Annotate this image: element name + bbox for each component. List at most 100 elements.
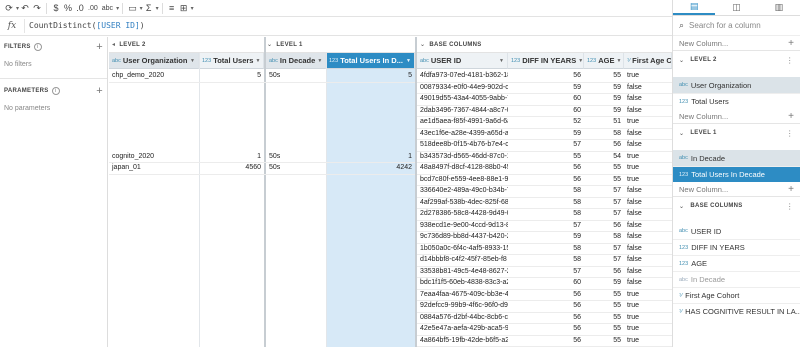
new-column-button[interactable]: New Column... + (673, 109, 800, 123)
age-cell[interactable]: 56 (584, 266, 624, 278)
new-column-button[interactable]: New Column... + (673, 36, 800, 50)
undo-icon[interactable]: ↶ (19, 1, 31, 16)
table-icon[interactable]: ▤ (673, 0, 716, 15)
age-cell[interactable]: 57 (584, 185, 624, 197)
diff-in-years-cell[interactable]: 56 (508, 335, 584, 347)
sidebar-column-item[interactable]: 123 AGE (673, 255, 800, 271)
first-age-cohort-cell[interactable]: false (624, 220, 672, 232)
chevron-down-icon[interactable]: ▾ (191, 5, 194, 12)
age-cell[interactable]: 59 (584, 105, 624, 117)
age-cell[interactable]: 57 (584, 208, 624, 220)
info-icon[interactable]: i (51, 87, 60, 95)
diff-in-years-cell[interactable]: 56 (508, 70, 584, 82)
sidebar-column-item[interactable]: 123 Total Users In Decade (673, 166, 800, 182)
more-icon[interactable]: ⋮ (786, 202, 794, 211)
add-icon[interactable]: + (788, 38, 794, 49)
user-id-cell[interactable]: b343573d-d565-46dd-87c0-1 (417, 151, 508, 163)
first-age-cohort-cell[interactable]: true (624, 162, 672, 174)
user-id-cell[interactable]: bcd7c80f-e559-4ee8-88e1-93 (417, 174, 508, 186)
column-header-total-users[interactable]: 123 Total Users ▼ (199, 53, 264, 69)
diff-in-years-cell[interactable]: 56 (508, 312, 584, 324)
diff-in-years-cell[interactable]: 58 (508, 208, 584, 220)
age-cell[interactable]: 59 (584, 277, 624, 289)
first-age-cohort-cell[interactable]: false (624, 243, 672, 255)
user-id-cell[interactable]: 9c736d89-bb8d-4437-b420-2e (417, 231, 508, 243)
more-icon[interactable]: ⋮ (786, 129, 794, 138)
diff-in-years-cell[interactable]: 58 (508, 254, 584, 266)
level2-section-header[interactable]: ⌄ LEVEL 2 ⋮ (673, 50, 800, 69)
column-header-total-users-in-decade[interactable]: 123 Total Users In D... ▼ (326, 53, 415, 69)
column-header-diff-in-years[interactable]: 123 DIFF IN YEARS ▼ (508, 53, 584, 69)
first-age-cohort-cell[interactable]: true (624, 116, 672, 128)
user-id-cell[interactable]: 42e5e47a-aefa-429b-aca5-94 (417, 323, 508, 335)
chevron-down-icon[interactable]: ▾ (116, 5, 119, 12)
first-age-cohort-cell[interactable]: false (624, 266, 672, 278)
age-cell[interactable]: 55 (584, 70, 624, 82)
comment-icon[interactable]: ▭ (126, 1, 139, 16)
chevron-down-icon[interactable]: ▼ (253, 58, 260, 64)
total-users-in-decade-cell[interactable]: 4242 (326, 162, 415, 174)
user-id-cell[interactable]: 4af299af-538b-4dec-825f-68 (417, 197, 508, 209)
chevron-down-icon[interactable]: ⌄ (420, 41, 425, 48)
diff-in-years-cell[interactable]: 59 (508, 82, 584, 94)
first-age-cohort-cell[interactable]: true (624, 312, 672, 324)
sidebar-column-item[interactable]: ⅟ First Age Cohort (673, 287, 800, 303)
search-input[interactable]: Search for a column (689, 21, 761, 30)
sidebar-column-item[interactable]: abc USER ID (673, 223, 800, 239)
age-cell[interactable]: 54 (584, 151, 624, 163)
age-cell[interactable]: 55 (584, 323, 624, 335)
diff-in-years-cell[interactable]: 56 (508, 300, 584, 312)
base-columns-header[interactable]: ⌄ BASE COLUMNS (417, 37, 672, 53)
diff-in-years-cell[interactable]: 57 (508, 266, 584, 278)
first-age-cohort-cell[interactable]: true (624, 174, 672, 186)
age-cell[interactable]: 55 (584, 162, 624, 174)
user-id-cell[interactable]: 4fdfa973-07ed-4181-b362-18 (417, 70, 508, 82)
diff-in-years-cell[interactable]: 55 (508, 151, 584, 163)
sync-icon[interactable]: ⟳ (3, 1, 15, 16)
user-id-cell[interactable]: 938ecd1e-9e00-4ccd-9d13-81 (417, 220, 508, 232)
user-id-cell[interactable]: d14bbbf8-c4f2-45f7-85eb-f8 (417, 254, 508, 266)
total-users-cell[interactable]: 4560 (199, 162, 264, 174)
first-age-cohort-cell[interactable]: false (624, 82, 672, 94)
decimal-increase-icon[interactable]: .00 (86, 1, 100, 16)
user-id-cell[interactable]: 2dab3496-7367-4844-a8c7-0c (417, 105, 508, 117)
diff-in-years-cell[interactable]: 52 (508, 116, 584, 128)
first-age-cohort-cell[interactable]: false (624, 128, 672, 140)
first-age-cohort-cell[interactable]: false (624, 254, 672, 266)
database-icon[interactable]: ◫ (715, 0, 757, 15)
age-cell[interactable]: 58 (584, 231, 624, 243)
chevron-down-icon[interactable]: ▼ (576, 58, 583, 64)
add-parameter-button[interactable]: + (96, 85, 103, 97)
first-age-cohort-cell[interactable]: true (624, 151, 672, 163)
redo-icon[interactable]: ↷ (31, 1, 43, 16)
first-age-cohort-cell[interactable]: false (624, 231, 672, 243)
level1-section-header[interactable]: ⌄ LEVEL 1 ⋮ (673, 123, 800, 142)
first-age-cohort-cell[interactable]: true (624, 289, 672, 301)
diff-in-years-cell[interactable]: 56 (508, 289, 584, 301)
add-column-icon[interactable]: ⊞ (178, 1, 190, 16)
first-age-cohort-cell[interactable]: false (624, 277, 672, 289)
age-cell[interactable]: 55 (584, 312, 624, 324)
user-id-cell[interactable]: 48a8497f-d8cf-4128-88b0-45 (417, 162, 508, 174)
first-age-cohort-cell[interactable]: false (624, 185, 672, 197)
column-search[interactable]: ⌕ Search for a column (673, 16, 800, 36)
chevron-down-icon[interactable]: ▼ (188, 58, 195, 64)
diff-in-years-cell[interactable]: 59 (508, 231, 584, 243)
add-icon[interactable]: + (788, 111, 794, 122)
chevron-down-icon[interactable]: ⌄ (267, 41, 272, 48)
age-cell[interactable]: 55 (584, 335, 624, 347)
collapse-icon[interactable]: ◂ (112, 41, 115, 48)
column-header-user-organization[interactable]: abc User Organization ▼ (109, 53, 199, 69)
column-header-in-decade[interactable]: abc In Decade ▼ (266, 53, 326, 69)
info-icon[interactable]: i (33, 43, 42, 51)
first-age-cohort-cell[interactable]: true (624, 70, 672, 82)
first-age-cohort-cell[interactable]: false (624, 208, 672, 220)
age-cell[interactable]: 57 (584, 197, 624, 209)
user-id-cell[interactable]: 4a864bf5-19fb-42de-b6f5-a2 (417, 335, 508, 347)
sum-icon[interactable]: Σ (143, 1, 155, 16)
first-age-cohort-cell[interactable]: true (624, 300, 672, 312)
age-cell[interactable]: 57 (584, 254, 624, 266)
user-organization-cell[interactable]: cognito_2020 (109, 151, 199, 163)
sidebar-column-item[interactable]: 123 DIFF IN YEARS (673, 239, 800, 255)
user-id-cell[interactable]: 1b050a0c-6f4c-4af5-8933-15 (417, 243, 508, 255)
